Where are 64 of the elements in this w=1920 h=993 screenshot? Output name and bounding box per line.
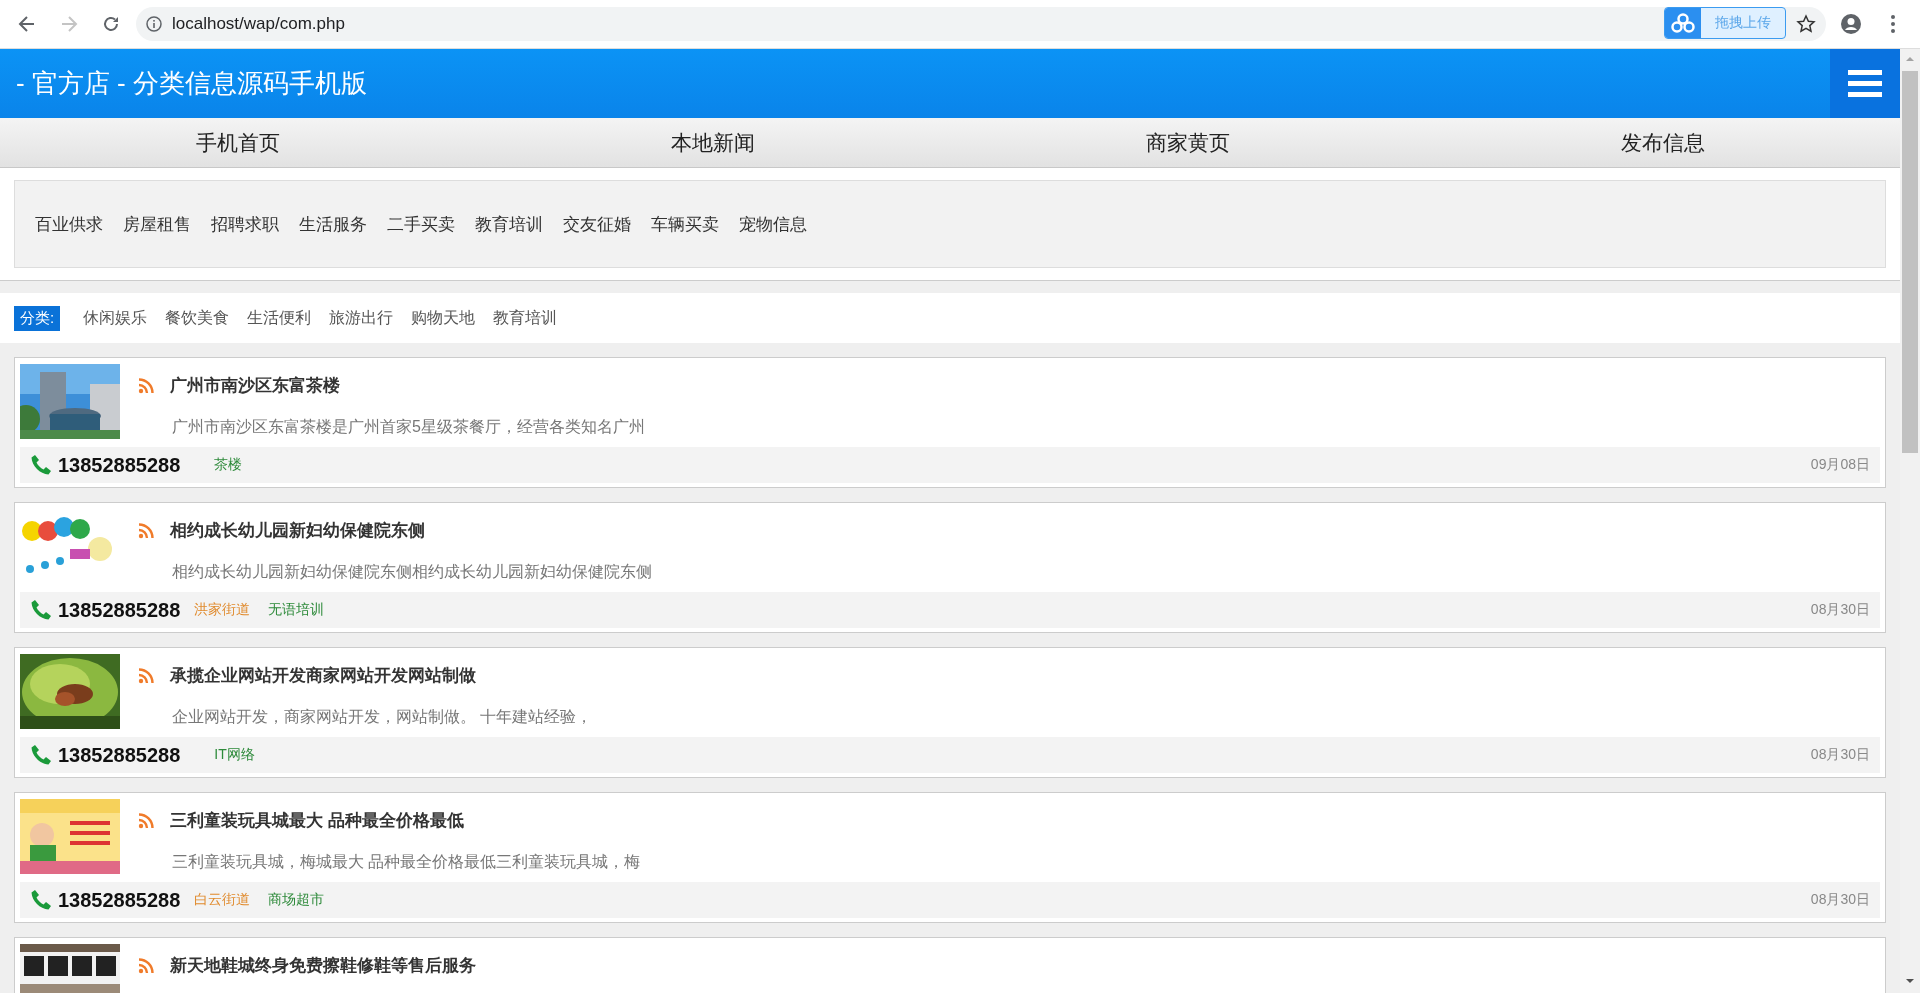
filter-link[interactable]: 生活便利	[238, 307, 321, 329]
back-icon	[17, 14, 37, 34]
listing-description: 企业网站开发，商家网站开发，网站制做。 十年建站经验，	[172, 707, 593, 727]
nav-link[interactable]: 发布信息	[1425, 118, 1900, 167]
rss-icon	[138, 377, 154, 394]
rss-icon	[138, 667, 154, 684]
phone-icon	[30, 889, 52, 911]
site-title: - 官方店 - 分类信息源码手机版	[15, 67, 368, 100]
listing-title[interactable]: 承揽企业网站开发商家网站开发网站制做	[170, 664, 476, 687]
nav-link[interactable]: 本地新闻	[475, 118, 950, 167]
listing-description: 三利童装玩具城，梅城最大 品种最全价格最低三利童装玩具城，梅	[172, 852, 641, 872]
filter-link[interactable]: 旅游出行	[320, 307, 403, 329]
profile-icon	[1841, 14, 1861, 34]
filter-link[interactable]: 餐饮美食	[156, 307, 239, 329]
phone-number: 13852885288	[58, 743, 181, 767]
scrollbar[interactable]	[1900, 49, 1920, 993]
filter-link[interactable]: 购物天地	[402, 307, 485, 329]
star-icon[interactable]	[1796, 14, 1816, 34]
listing-title[interactable]: 新天地鞋城终身免费擦鞋修鞋等售后服务	[170, 954, 476, 977]
category-tag[interactable]: 无语培训	[268, 601, 325, 619]
filter-link[interactable]: 教育培训	[484, 307, 567, 329]
category-link[interactable]: 房屋租售	[113, 212, 201, 236]
category-link[interactable]: 生活服务	[289, 212, 377, 236]
phone-icon	[30, 454, 52, 476]
rss-icon	[138, 812, 154, 829]
category-link[interactable]: 二手买卖	[377, 212, 465, 236]
nav-link[interactable]: 商家黄页	[950, 118, 1425, 167]
phone-icon	[30, 599, 52, 621]
reload-icon	[101, 14, 121, 34]
listing-description: 广州市南沙区东富茶楼是广州首家5星级茶餐厅，经营各类知名广州	[172, 417, 645, 437]
listing-date: 08月30日	[1810, 746, 1870, 764]
menu-button[interactable]	[1830, 49, 1900, 118]
phone-icon	[30, 744, 52, 766]
category-tag[interactable]: 茶楼	[214, 456, 243, 474]
address-bar[interactable]: localhost/wap/com.php 拖拽上传	[136, 7, 1826, 41]
url-text: localhost/wap/com.php	[172, 14, 345, 34]
category-link[interactable]: 教育培训	[465, 212, 553, 236]
category-link[interactable]: 交友征婚	[553, 212, 641, 236]
menu-icon	[1891, 15, 1895, 33]
category-tag[interactable]: IT网络	[214, 746, 255, 764]
filter-link[interactable]: 休闲娱乐	[74, 307, 157, 329]
nav-link[interactable]: 手机首页	[0, 118, 475, 167]
cloud-logo-icon	[1671, 13, 1695, 33]
listing-title[interactable]: 广州市南沙区东富茶楼	[170, 374, 340, 397]
listing-title[interactable]: 相约成长幼儿园新妇幼保健院东侧	[170, 519, 425, 542]
phone-number: 13852885288	[58, 453, 181, 477]
info-icon[interactable]	[146, 16, 162, 32]
category-link[interactable]: 百业供求	[25, 212, 113, 236]
filter-label: 分类:	[14, 305, 61, 331]
rss-icon	[138, 957, 154, 974]
category-link[interactable]: 宠物信息	[729, 212, 817, 236]
phone-number: 13852885288	[58, 598, 181, 622]
category-link[interactable]: 车辆买卖	[641, 212, 729, 236]
phone-number: 13852885288	[58, 888, 181, 912]
listing-description: 相约成长幼儿园新妇幼保健院东侧相约成长幼儿园新妇幼保健院东侧	[172, 562, 652, 582]
forward-icon	[59, 14, 79, 34]
listing-date: 08月30日	[1810, 601, 1870, 619]
menu-icon	[1848, 69, 1882, 98]
listing-title[interactable]: 三利童装玩具城最大 品种最全价格最低	[170, 809, 464, 832]
rss-icon	[138, 522, 154, 539]
listing-date: 09月08日	[1810, 456, 1870, 474]
category-tag[interactable]: 商场超市	[268, 891, 325, 909]
category-link[interactable]: 招聘求职	[201, 212, 289, 236]
listing-date: 08月30日	[1810, 891, 1870, 909]
